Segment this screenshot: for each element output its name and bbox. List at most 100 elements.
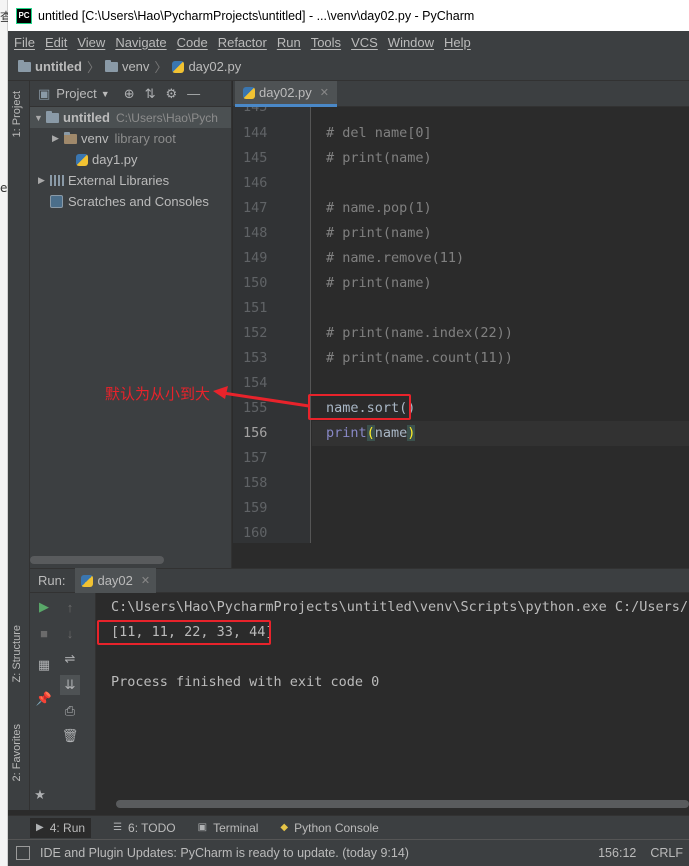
tab-run[interactable]: ▶ 4: Run [30,817,92,838]
terminal-icon: ▣ [197,822,208,833]
menu-edit[interactable]: Edit [45,35,67,50]
tree-item-label: untitled [63,110,110,125]
tab-label: day02.py [259,85,312,100]
trash-icon[interactable]: 🗑 [62,728,79,744]
chevron-right-icon: 〉 [86,60,100,75]
locate-icon[interactable]: ⊕ [124,86,135,102]
breadcrumb-label: venv [121,59,150,74]
folder-icon [64,131,77,144]
down-arrow-icon[interactable]: ↓ [62,625,78,641]
annotation-arrow-icon [213,386,310,408]
tab-todo[interactable]: ☰ 6: TODO [113,821,176,835]
tree-item-scratches[interactable]: Scratches and Consoles [30,191,231,212]
tree-item-untitled[interactable]: ▼ untitled C:\Users\Hao\Pych [30,107,231,128]
project-view-selector[interactable]: Project [56,86,96,101]
tab-project[interactable]: 1: Project [11,91,23,137]
code-editor[interactable]: # del name[0] # print(name) # name.pop(1… [312,107,689,543]
expand-arrow-icon[interactable]: ▼ [34,113,46,123]
tab-structure[interactable]: Z: Structure [11,625,23,682]
project-panel: ▣ Project ▼ ⊕ ⇅ ⚙ — ▼ untitled C:\Users\… [30,81,232,568]
menu-navigate[interactable]: Navigate [115,35,166,50]
chevron-down-icon[interactable]: ▼ [101,89,110,99]
tree-item-day1[interactable]: day1.py [30,149,231,170]
menu-vcs[interactable]: VCS [351,35,378,50]
close-icon[interactable]: ✕ [141,574,150,587]
menu-help[interactable]: Help [444,35,471,50]
tab-favorites[interactable]: 2: Favorites [11,724,23,781]
folder-icon [104,59,118,72]
code-line: # print(name.count(11)) [326,350,513,366]
code-line: # print(name) [326,275,432,291]
tab-label: Terminal [213,820,259,835]
toggle-tool-windows-icon[interactable] [16,846,30,860]
gear-icon[interactable]: ⚙ [166,86,178,102]
line-number: 153 [243,350,268,366]
menu-code[interactable]: Code [177,35,208,50]
close-icon[interactable]: ✕ [320,86,329,99]
rerun-icon[interactable]: ▶ [36,599,52,615]
project-panel-header: ▣ Project ▼ ⊕ ⇅ ⚙ — [30,81,231,107]
scroll-to-end-icon[interactable]: ⇊ [60,675,80,695]
python-icon: ◆ [280,822,289,833]
tree-item-label: venv [81,131,109,146]
line-number: 148 [243,225,268,241]
line-number: 158 [243,475,268,491]
layout-icon[interactable]: ▦ [36,657,52,673]
tab-terminal[interactable]: ▣ Terminal [198,821,259,835]
paren-highlight: ) [407,425,416,441]
scratches-icon [50,195,63,208]
tab-day02[interactable]: day02.py ✕ [235,81,337,107]
code-arg: name [374,425,408,441]
play-icon: ▶ [36,822,44,833]
python-file-icon [172,60,185,73]
console-horizontal-scrollbar[interactable] [116,800,689,808]
status-message[interactable]: IDE and Plugin Updates: PyCharm is ready… [40,846,409,860]
tree-item-label: Scratches and Consoles [68,194,209,209]
breadcrumb-day02[interactable]: day02.py [172,59,241,74]
caret-position[interactable]: 156:12 [598,846,636,860]
breadcrumb-venv[interactable]: venv [104,59,150,74]
pin-icon[interactable]: 📌 [36,691,52,707]
editor-tab-bar: day02.py ✕ [233,81,689,107]
stop-icon[interactable]: ■ [36,625,52,641]
line-number: 150 [243,275,268,291]
project-horizontal-scrollbar[interactable] [30,556,164,564]
menu-tools[interactable]: Tools [311,35,341,50]
console-exit-line: Process finished with exit code 0 [111,674,380,690]
menu-window[interactable]: Window [388,35,434,50]
tab-label: day02 [97,573,133,588]
menu-file[interactable]: File [14,35,35,50]
library-icon [50,175,64,186]
python-file-icon [81,574,94,587]
expand-arrow-icon[interactable]: ▶ [52,133,64,144]
menu-view[interactable]: View [77,35,105,50]
line-number: 152 [243,325,268,341]
tree-item-hint: library root [114,131,176,146]
breadcrumb-untitled[interactable]: untitled [18,59,82,74]
title-bar: PC untitled [C:\Users\Hao\PycharmProject… [8,0,689,31]
line-number: 146 [243,175,268,191]
hide-panel-icon[interactable]: — [187,86,200,102]
code-builtin: print [326,425,367,441]
status-bar: IDE and Plugin Updates: PyCharm is ready… [8,839,689,866]
star-icon[interactable]: ★ [32,787,48,803]
menu-run[interactable]: Run [277,35,301,50]
expand-arrow-icon[interactable]: ▶ [38,175,50,186]
tree-item-external-libraries[interactable]: ▶ External Libraries [30,170,231,191]
breadcrumb-label: day02.py [188,59,242,74]
line-ending[interactable]: CRLF [650,846,683,860]
tab-label: 6: TODO [128,820,176,835]
tab-python-console[interactable]: ◆ Python Console [280,821,378,835]
menu-refactor[interactable]: Refactor [218,35,267,50]
up-arrow-icon[interactable]: ↑ [62,599,78,615]
tab-run-day02[interactable]: day02 ✕ [75,568,157,593]
chevron-right-icon: 〉 [154,60,168,75]
code-line: # print(name) [326,225,432,241]
tree-item-label: External Libraries [68,173,170,188]
tree-item-venv[interactable]: ▶ venv library root [30,128,231,149]
print-icon[interactable]: ⎙ [62,703,78,719]
bottom-tool-tabs: ▶ 4: Run ☰ 6: TODO ▣ Terminal ◆ Python Conso… [8,815,689,839]
breadcrumb-label: untitled [35,59,82,74]
collapse-icon[interactable]: ⇅ [145,86,156,102]
soft-wrap-icon[interactable]: ⇌ [62,651,78,667]
